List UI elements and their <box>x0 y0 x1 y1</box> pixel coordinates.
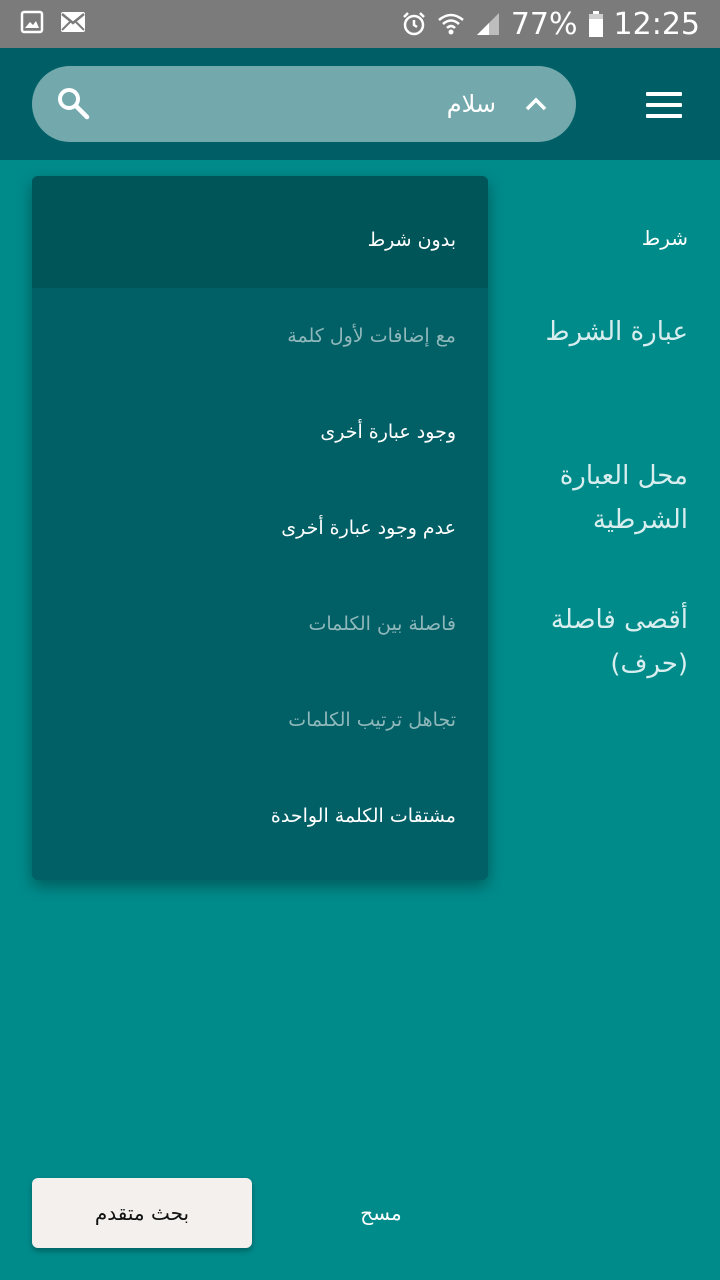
dropdown-item-ignore-word-order: تجاهل ترتيب الكلمات <box>288 709 456 731</box>
condition-dropdown-menu: بدون شرط مع إضافات لأول كلمة وجود عبارة … <box>32 176 488 880</box>
label-max-distance-line1: أقصى فاصلة <box>550 605 688 635</box>
search-box[interactable]: سلام <box>32 66 576 142</box>
app-bar: سلام <box>0 48 720 160</box>
dropdown-item-other-phrase-absent[interactable]: عدم وجود عبارة أخرى <box>32 480 488 576</box>
label-condition-phrase: عبارة الشرط <box>545 317 688 347</box>
label-condition: شرط <box>641 226 688 250</box>
battery-icon <box>588 11 603 37</box>
search-input[interactable]: سلام <box>447 66 496 142</box>
dropdown-item-other-phrase-exists[interactable]: وجود عبارة أخرى <box>32 384 488 480</box>
dropdown-item-word-derivatives[interactable]: مشتقات الكلمة الواحدة <box>32 768 488 864</box>
status-left <box>20 10 86 34</box>
battery-percent: 77% <box>510 6 578 42</box>
image-icon <box>20 10 44 34</box>
search-icon[interactable] <box>56 86 90 120</box>
status-right: 77% 12:25 <box>401 0 700 48</box>
label-condition-location-line2: الشرطية <box>592 505 688 535</box>
label-max-distance-line2: (حرف) <box>610 649 688 679</box>
dropdown-item-word-distance: فاصلة بين الكلمات <box>308 613 456 635</box>
alarm-icon <box>402 12 425 36</box>
label-condition-location-line1: محل العبارة <box>559 461 688 491</box>
menu-icon[interactable] <box>646 92 682 118</box>
clear-button[interactable]: مسح <box>326 1178 436 1248</box>
mail-icon <box>61 12 85 32</box>
advanced-search-button[interactable]: بحث متقدم <box>32 1178 252 1248</box>
dropdown-item-first-word-additions: مع إضافات لأول كلمة <box>287 325 456 347</box>
status-time: 12:25 <box>613 6 700 42</box>
wifi-icon <box>438 13 464 35</box>
signal-icon <box>476 13 499 35</box>
status-bar: 77% 12:25 <box>0 0 720 48</box>
chevron-up-icon[interactable] <box>524 92 548 116</box>
dropdown-item-no-condition[interactable]: بدون شرط <box>32 176 488 288</box>
